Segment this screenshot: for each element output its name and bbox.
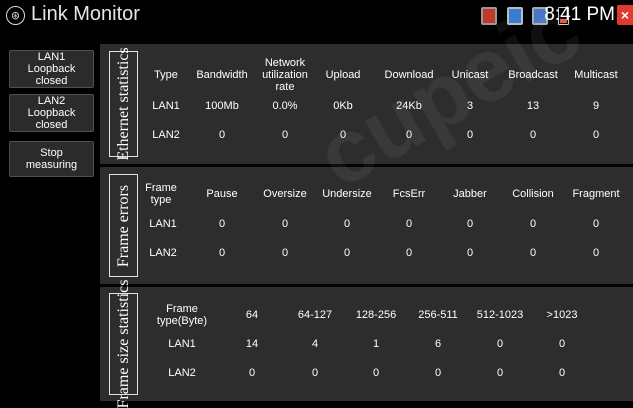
err-cell: 0 xyxy=(343,218,351,230)
usb-icon xyxy=(507,7,523,25)
eth-cell: LAN2 xyxy=(152,129,180,141)
eth-cell: 0 xyxy=(529,129,537,141)
lan1-loopback-button[interactable]: LAN1 Loopback closed xyxy=(9,50,94,88)
app-logo-icon: ⊛ xyxy=(6,6,25,25)
eth-cell: 13 xyxy=(526,100,540,112)
ethernet-statistics-panel: Ethernet statistics Type Bandwidth Netwo… xyxy=(100,44,633,164)
err-cell: 0 xyxy=(592,247,600,259)
eth-cell: 0 xyxy=(218,129,226,141)
err-cell: 0 xyxy=(466,218,474,230)
size-cell: 4 xyxy=(311,338,319,350)
err-header-collision: Collision xyxy=(512,188,554,200)
err-cell: 0 xyxy=(405,247,413,259)
size-cell: 1 xyxy=(372,338,380,350)
eth-header-broadcast: Broadcast xyxy=(508,69,558,81)
err-cell: 0 xyxy=(218,247,226,259)
close-icon[interactable]: × xyxy=(617,5,633,25)
err-cell: 0 xyxy=(529,218,537,230)
frame-size-statistics-label: Frame size statistics xyxy=(109,280,138,408)
eth-cell: 0Kb xyxy=(333,100,353,112)
size-cell: 6 xyxy=(434,338,442,350)
size-cell: 0 xyxy=(372,367,380,379)
eth-cell: 0 xyxy=(466,129,474,141)
size-cell: LAN2 xyxy=(168,367,196,379)
size-header-128-256: 128-256 xyxy=(355,309,397,321)
size-header-frame-type: Frame type(Byte) xyxy=(156,303,208,327)
size-cell: 0 xyxy=(434,367,442,379)
eth-cell: 0 xyxy=(339,129,347,141)
size-header-over-1023: >1023 xyxy=(546,309,578,321)
err-header-undersize: Undersize xyxy=(322,188,372,200)
err-cell: LAN2 xyxy=(149,247,177,259)
size-cell: 14 xyxy=(245,338,259,350)
eth-header-upload: Upload xyxy=(325,69,361,81)
eth-cell: 3 xyxy=(466,100,474,112)
eth-cell: 9 xyxy=(592,100,600,112)
eth-cell: 0.0% xyxy=(272,100,298,112)
eth-cell: 0 xyxy=(405,129,413,141)
eth-cell: 24Kb xyxy=(396,100,422,112)
eth-header-download: Download xyxy=(384,69,434,81)
err-header-frame-type: Frame type xyxy=(145,182,177,206)
size-header-64-127: 64-127 xyxy=(297,309,333,321)
size-header-64: 64 xyxy=(245,309,259,321)
app-title: Link Monitor xyxy=(31,3,140,25)
storage-icon xyxy=(481,7,497,25)
size-cell: LAN1 xyxy=(168,338,196,350)
clock: 8:41 PM xyxy=(544,4,615,25)
frame-size-statistics-panel: Frame size statistics Frame type(Byte) 6… xyxy=(100,280,633,408)
err-cell: 0 xyxy=(281,218,289,230)
size-header-512-1023: 512-1023 xyxy=(476,309,524,321)
err-cell: 0 xyxy=(343,247,351,259)
err-header-pause: Pause xyxy=(206,188,238,200)
size-cell: 0 xyxy=(558,338,566,350)
stop-measuring-button[interactable]: Stop measuring xyxy=(9,141,94,177)
eth-header-utilization: Network utilization rate xyxy=(262,57,308,93)
err-cell: 0 xyxy=(529,247,537,259)
size-cell: 0 xyxy=(311,367,319,379)
size-cell: 0 xyxy=(496,367,504,379)
err-header-fragment: Fragment xyxy=(572,188,620,200)
eth-header-type: Type xyxy=(154,69,178,81)
err-cell: 0 xyxy=(281,247,289,259)
eth-cell: LAN1 xyxy=(152,100,180,112)
eth-header-unicast: Unicast xyxy=(451,69,489,81)
size-cell: 0 xyxy=(496,338,504,350)
title-bar: ⊛ Link Monitor 8:41 PM × xyxy=(0,0,633,33)
eth-header-bandwidth: Bandwidth xyxy=(196,69,248,81)
ethernet-statistics-label: Ethernet statistics xyxy=(109,47,138,161)
eth-header-multicast: Multicast xyxy=(574,69,618,81)
eth-cell: 0 xyxy=(592,129,600,141)
frame-errors-label: Frame errors xyxy=(109,174,138,277)
size-header-256-511: 256-511 xyxy=(418,309,458,321)
size-cell: 0 xyxy=(558,367,566,379)
err-header-fcserr: FcsErr xyxy=(392,188,426,200)
lan2-loopback-button[interactable]: LAN2 Loopback closed xyxy=(9,94,94,132)
err-header-oversize: Oversize xyxy=(263,188,307,200)
err-cell: 0 xyxy=(592,218,600,230)
err-cell: 0 xyxy=(405,218,413,230)
err-header-jabber: Jabber xyxy=(453,188,487,200)
eth-cell: 0 xyxy=(281,129,289,141)
err-cell: 0 xyxy=(218,218,226,230)
eth-cell: 100Mb xyxy=(205,100,239,112)
size-cell: 0 xyxy=(248,367,256,379)
err-cell: LAN1 xyxy=(149,218,177,230)
err-cell: 0 xyxy=(466,247,474,259)
frame-errors-panel: Frame errors Frame type Pause Oversize U… xyxy=(100,167,633,284)
